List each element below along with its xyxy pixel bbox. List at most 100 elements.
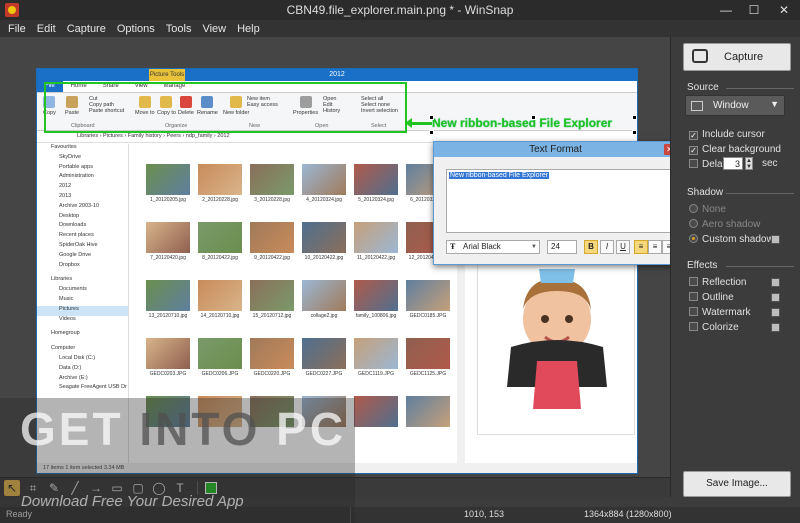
chevron-down-icon: ▼ [770,99,779,109]
file-thumbnail: 11_20120422.jpg [354,222,398,261]
shadow-aero-label: Aero shadow [702,219,761,230]
nav-section-header: Computer [51,345,76,352]
selection-handle[interactable] [429,130,434,135]
radio-off[interactable] [689,204,698,213]
file-thumbnail: GEDC1119.JPG [354,338,398,377]
thumbnail-image [198,222,242,253]
effect-reflection-label: Reflection [702,277,747,288]
thumbnail-label: 1_20120205.jpg [150,197,186,203]
text-format-title-bar[interactable]: Text Format ✕ [434,142,677,157]
shadow-settings-button[interactable] [771,235,780,244]
menu-capture[interactable]: Capture [67,23,106,35]
file-thumbnail: 3_20120228.jpg [250,164,294,203]
menu-tools[interactable]: Tools [166,23,192,35]
close-button[interactable]: ✕ [770,0,798,20]
watermark-into: INTO [139,403,261,455]
colorize-settings-button[interactable] [771,323,780,332]
text-format-textarea[interactable]: New ribbon-based File Explorer [446,169,672,233]
nav-item: Archive 2003-10 [59,202,100,209]
file-thumbnail: 14_20120710.jpg [198,280,242,319]
checkbox-unchecked[interactable] [689,307,698,316]
thumbnail-image [302,338,346,369]
nav-item: Desktop [59,212,80,219]
settings-panel: Capture Source Window ▼ ✓ Include cursor … [670,37,800,497]
effect-colorize-checkbox[interactable]: Colorize [689,322,739,333]
checkbox-unchecked[interactable] [689,322,698,331]
pointer-tool-icon[interactable]: ↖ [4,479,20,496]
menu-options[interactable]: Options [117,23,155,35]
font-family-value: Arial Black [463,242,501,251]
effect-outline-label: Outline [702,292,734,303]
shadow-none-radio[interactable]: None [689,204,726,215]
menu-file[interactable]: File [8,23,26,35]
title-bar: CBN49.file_explorer.main.png * - WinSnap… [0,0,800,20]
effects-section-label: Effects [687,260,718,271]
file-thumbnail: 7_20120420.jpg [146,222,190,261]
thumbnail-image [354,222,398,253]
maximize-button[interactable]: ☐ [740,0,768,20]
delay-spinner[interactable]: ▲ ▼ [745,157,753,170]
thumbnail-label: 15_20120712.jpg [252,313,292,319]
color-swatch[interactable] [205,481,217,494]
effect-reflection-checkbox[interactable]: Reflection [689,277,746,288]
thumbnail-label: GEDC0227.JPG [305,371,343,377]
shadow-custom-radio[interactable]: Custom shadow [689,234,774,245]
selection-handle[interactable] [429,115,434,120]
checkbox-unchecked[interactable] [689,292,698,301]
source-select[interactable]: Window ▼ [685,95,785,116]
thumbnail-label: 10_20120422.jpg [304,255,344,261]
include-cursor-checkbox[interactable]: ✓ Include cursor [689,129,765,140]
shadow-aero-radio[interactable]: Aero shadow [689,219,760,230]
thumbnail-label: family_100806.jpg [355,313,397,319]
nav-item: SpiderOak Hive [59,241,98,248]
bold-button[interactable]: B [584,240,598,254]
thumbnail-image [302,280,346,311]
align-left-button[interactable]: ≡ [634,240,648,254]
selection-handle[interactable] [632,115,637,120]
section-divider [726,193,794,194]
selection-handle[interactable] [632,130,637,135]
capture-button[interactable]: Capture [683,43,791,71]
underline-button[interactable]: U [616,240,630,254]
camera-icon [692,49,708,63]
save-image-button[interactable]: Save Image... [683,471,791,497]
thumbnail-image [250,280,294,311]
checkbox-unchecked[interactable] [689,159,698,168]
nav-item: Dropbox [59,261,80,268]
menu-help[interactable]: Help [237,23,260,35]
explorer-status-bar: 17 items 1 item selected 3.34 MB [37,463,637,473]
reflection-settings-button[interactable] [771,278,780,287]
radio-off[interactable] [689,219,698,228]
file-thumbnail: GEDC0206.JPG [198,338,242,377]
checkbox-checked[interactable]: ✓ [689,146,698,155]
thumbnail-image [302,164,346,195]
nav-item: Music [59,295,74,302]
effect-outline-checkbox[interactable]: Outline [689,292,734,303]
nav-section-header: Libraries [51,276,73,283]
file-thumbnail: collage2.jpg [302,280,346,319]
italic-button[interactable]: I [600,240,614,254]
minimize-button[interactable]: — [712,0,740,20]
watermark-settings-button[interactable] [771,308,780,317]
menu-view[interactable]: View [202,23,226,35]
clear-background-checkbox[interactable]: ✓ Clear background [689,144,781,155]
annotation-arrow[interactable] [405,118,432,128]
thumbnail-image [250,338,294,369]
checkbox-checked[interactable]: ✓ [689,131,698,140]
thumbnail-image [198,280,242,311]
menu-edit[interactable]: Edit [37,23,56,35]
effect-watermark-checkbox[interactable]: Watermark [689,307,751,318]
checkbox-unchecked[interactable] [689,277,698,286]
winsnap-app-icon[interactable] [5,3,19,17]
highlight-rectangle[interactable] [44,82,407,133]
text-format-dialog[interactable]: Text Format ✕ New ribbon-based File Expl… [433,141,678,265]
status-image-size: 1364x884 (1280x800) [584,509,672,519]
outline-settings-button[interactable] [771,293,780,302]
window-icon [691,101,703,111]
radio-on[interactable] [689,234,698,243]
selection-handle[interactable] [531,115,536,120]
font-family-select[interactable]: Ŧ Arial Black ▼ [446,240,540,254]
delay-input[interactable]: 3 [723,157,743,170]
font-size-select[interactable]: 24 [547,240,577,254]
align-center-button[interactable]: ≡ [648,240,662,254]
